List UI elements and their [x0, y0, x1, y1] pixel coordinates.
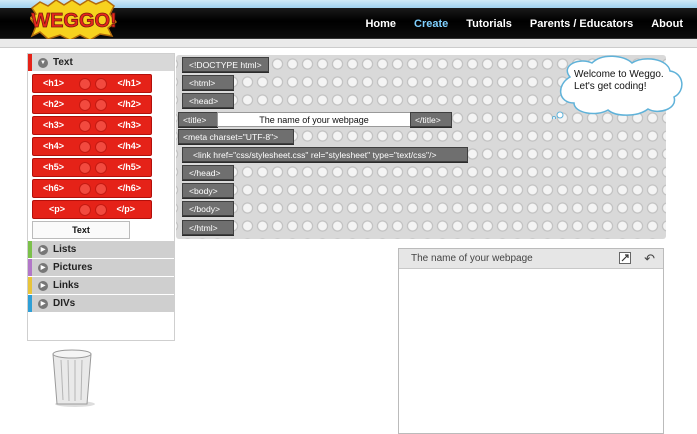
block-close-tag: </h1>: [117, 78, 141, 88]
expand-arrow-icon[interactable]: ▶: [38, 244, 48, 255]
bubble-line2: Let's get coding!: [574, 81, 647, 92]
collapse-arrow-icon[interactable]: ▼: [38, 57, 48, 68]
knob-icon: [79, 78, 91, 90]
block-h3[interactable]: <h3> </h3>: [32, 116, 152, 135]
knob-icon: [95, 99, 107, 111]
nav-home[interactable]: Home: [365, 18, 396, 30]
section-color-strip: [28, 259, 32, 276]
block-title-open[interactable]: <title>: [178, 112, 218, 127]
knob-icon: [95, 120, 107, 132]
block-close-tag: </h3>: [117, 120, 141, 130]
block-open-tag: <h4>: [43, 141, 65, 151]
logo-text: WEGGO!: [31, 10, 117, 32]
section-color-strip: [28, 241, 32, 258]
section-color-strip: [28, 54, 32, 71]
block-head-open[interactable]: <head>: [182, 93, 234, 108]
section-color-strip: [28, 295, 32, 312]
bubble-line1: Welcome to Weggo.: [574, 69, 664, 80]
knob-icon: [79, 120, 91, 132]
section-text[interactable]: ▼ Text: [28, 54, 174, 71]
block-close-tag: </h2>: [117, 99, 141, 109]
section-lists[interactable]: ▶ Lists: [28, 241, 174, 258]
nav-about[interactable]: About: [651, 18, 683, 30]
expand-arrow-icon[interactable]: ▶: [38, 298, 48, 309]
block-open-tag: <h2>: [43, 99, 65, 109]
block-h1[interactable]: <h1> </h1>: [32, 74, 152, 93]
knob-icon: [79, 162, 91, 174]
block-h5[interactable]: <h5> </h5>: [32, 158, 152, 177]
fullscreen-icon[interactable]: [619, 252, 631, 264]
knob-icon: [79, 99, 91, 111]
block-open-tag: <p>: [49, 204, 66, 214]
block-body-open[interactable]: <body>: [182, 183, 234, 198]
weggo-logo[interactable]: WEGGO!: [30, 0, 118, 40]
knob-icon: [79, 204, 91, 216]
block-p[interactable]: <p> </p>: [32, 200, 152, 219]
block-palette: ▼ Text <h1> </h1> <h2> </h2> <h3> </h3> …: [27, 53, 175, 341]
block-close-tag: </h5>: [117, 162, 141, 172]
knob-icon: [95, 141, 107, 153]
block-close-tag: </p>: [116, 204, 135, 214]
block-link[interactable]: <link href="css/stylesheet.css" rel="sty…: [182, 147, 468, 162]
main-nav: Home Create Tutorials Parents / Educator…: [347, 18, 683, 30]
expand-arrow-icon[interactable]: ▶: [38, 262, 48, 273]
section-pictures[interactable]: ▶ Pictures: [28, 259, 174, 276]
section-pictures-label: Pictures: [53, 262, 93, 273]
preview-window: The name of your webpage ↶: [398, 248, 664, 434]
block-open-tag: <h3>: [43, 120, 65, 130]
block-doctype[interactable]: <!DOCTYPE html>: [182, 57, 269, 72]
nav-parents-educators[interactable]: Parents / Educators: [530, 18, 633, 30]
block-h4[interactable]: <h4> </h4>: [32, 137, 152, 156]
knob-icon: [95, 204, 107, 216]
nav-create[interactable]: Create: [414, 18, 448, 30]
title-text-field[interactable]: The name of your webpage: [217, 112, 411, 127]
block-h2[interactable]: <h2> </h2>: [32, 95, 152, 114]
block-meta[interactable]: <meta charset="UTF-8">: [178, 129, 294, 144]
section-lists-label: Lists: [53, 244, 77, 255]
block-h6[interactable]: <h6> </h6>: [32, 179, 152, 198]
section-links-label: Links: [53, 280, 80, 291]
trash-can-icon[interactable]: [49, 348, 95, 408]
knob-icon: [79, 141, 91, 153]
section-divs[interactable]: ▶ DIVs: [28, 295, 174, 312]
text-block-button[interactable]: Text: [32, 221, 130, 239]
sub-bar: [0, 39, 697, 48]
block-open-tag: <h6>: [43, 183, 65, 193]
block-open-tag: <h5>: [43, 162, 65, 172]
knob-icon: [79, 183, 91, 195]
block-head-close[interactable]: </head>: [182, 165, 234, 180]
section-divs-label: DIVs: [53, 298, 76, 309]
block-open-tag: <h1>: [43, 78, 65, 88]
section-color-strip: [28, 277, 32, 294]
undo-icon[interactable]: ↶: [644, 251, 655, 267]
block-close-tag: </h4>: [117, 141, 141, 151]
block-title-close[interactable]: </title>: [410, 112, 452, 127]
bubble-text: Welcome to Weggo. Let's get coding!: [574, 69, 664, 93]
preview-title: The name of your webpage: [411, 253, 533, 264]
preview-header: The name of your webpage ↶: [399, 249, 663, 269]
nav-tutorials[interactable]: Tutorials: [466, 18, 512, 30]
knob-icon: [95, 78, 107, 90]
section-links[interactable]: ▶ Links: [28, 277, 174, 294]
knob-icon: [95, 162, 107, 174]
block-html-close[interactable]: </html>: [182, 220, 234, 235]
welcome-speech-bubble: Welcome to Weggo. Let's get coding!: [552, 55, 687, 119]
block-body-close[interactable]: </body>: [182, 201, 234, 216]
section-text-label: Text: [53, 57, 73, 68]
knob-icon: [95, 183, 107, 195]
top-navigation-bar: WEGGO! Home Create Tutorials Parents / E…: [0, 0, 697, 40]
block-html-open[interactable]: <html>: [182, 75, 234, 90]
expand-arrow-icon[interactable]: ▶: [38, 280, 48, 291]
block-close-tag: </h6>: [117, 183, 141, 193]
